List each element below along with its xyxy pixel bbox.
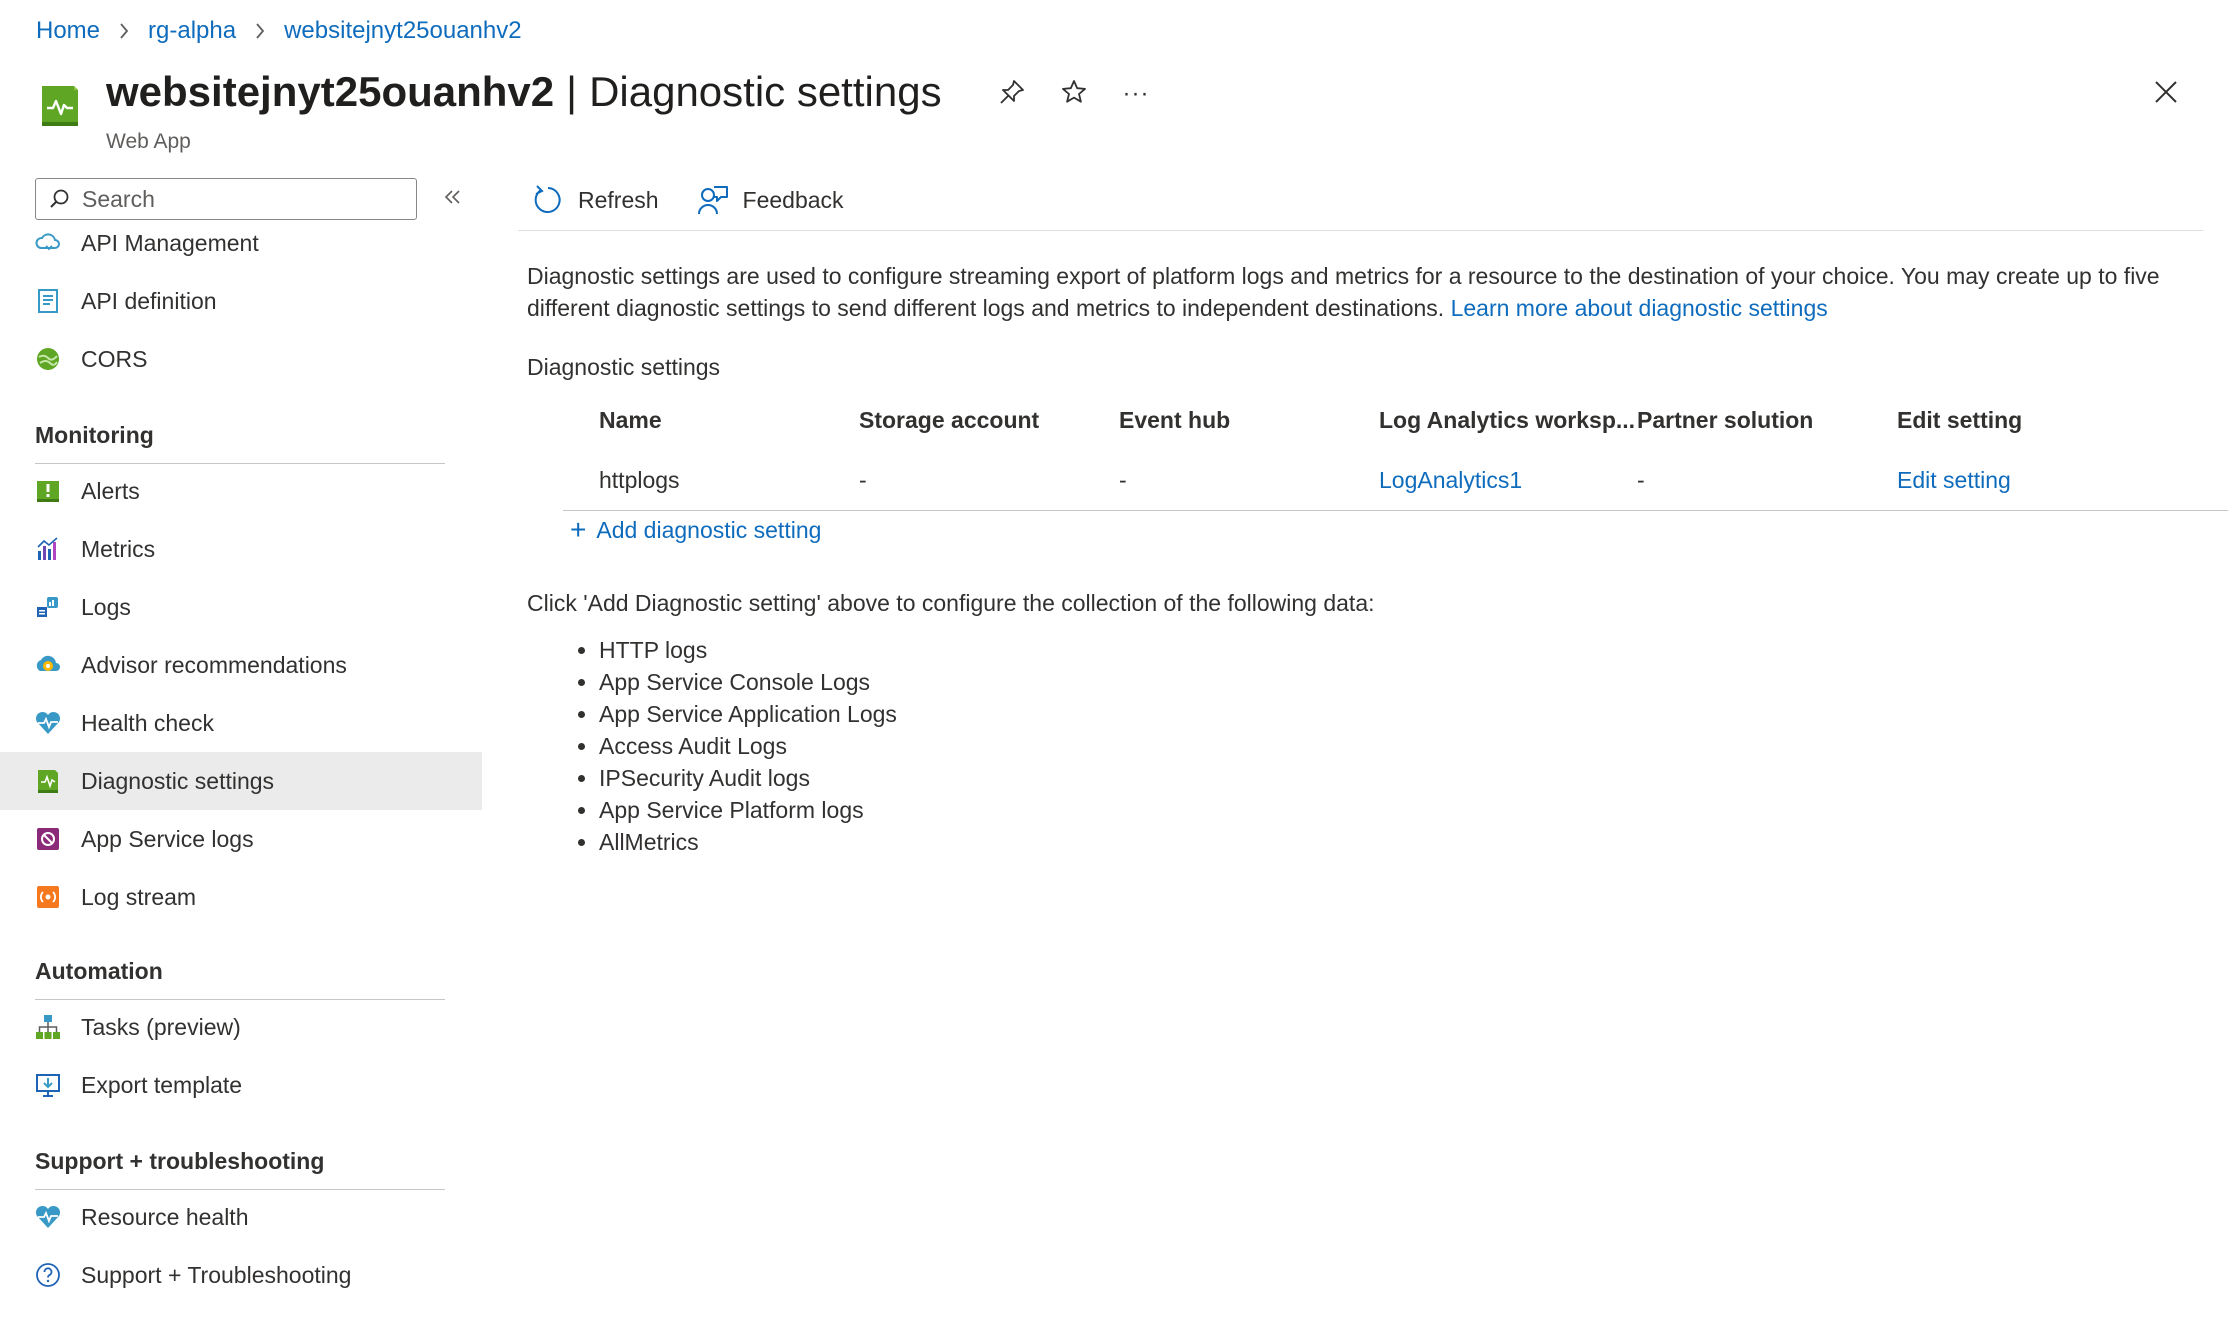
diagnostic-settings-label: Diagnostic settings <box>527 354 721 380</box>
log-stream-icon <box>34 883 62 911</box>
nav-item-metrics[interactable]: Metrics <box>0 520 482 578</box>
chevron-right-icon <box>118 22 130 40</box>
favorite-button[interactable] <box>1054 74 1094 114</box>
nav-item-advisor-recommendations[interactable]: Advisor recommendations <box>0 636 482 694</box>
edit-setting-link[interactable]: Edit setting <box>1897 450 2011 510</box>
section-header-support: Support + troubleshooting <box>35 1148 445 1190</box>
list-item: App Service Platform logs <box>599 794 897 826</box>
list-item: AllMetrics <box>599 826 897 858</box>
nav-item-health-check[interactable]: Health check <box>0 694 482 752</box>
more-icon: ··· <box>1122 80 1150 107</box>
table-row: httplogs - - LogAnalytics1 - Edit settin… <box>563 450 2228 511</box>
description-body: Diagnostic settings are used to configur… <box>527 263 2160 321</box>
section-header-automation: Automation <box>35 958 445 1000</box>
pin-icon <box>998 78 1026 111</box>
resource-health-icon <box>34 1203 62 1231</box>
page-header: websitejnyt25ouanhv2 | Diagnostic settin… <box>36 64 2186 154</box>
nav-item-logs[interactable]: Logs <box>0 578 482 636</box>
blade-name: Diagnostic settings <box>589 68 942 115</box>
refresh-icon <box>530 182 566 218</box>
cell-storage-account: - <box>859 466 867 493</box>
resource-menu: API Management API definition CORS Monit… <box>0 170 482 1325</box>
nav-item-cors[interactable]: CORS <box>0 330 482 388</box>
search-input[interactable] <box>80 184 384 214</box>
data-category-list: HTTP logs App Service Console Logs App S… <box>527 634 897 858</box>
table-header-row: Name Storage account Event hub Log Analy… <box>563 390 2228 450</box>
list-item: HTTP logs <box>599 634 897 666</box>
cell-name: httplogs <box>599 466 680 493</box>
column-header-log-analytics: Log Analytics worksp... <box>1379 406 1636 433</box>
nav-item-export-template[interactable]: Export template <box>0 1056 482 1114</box>
feedback-button[interactable]: Feedback <box>695 182 844 218</box>
diagnostic-settings-icon <box>34 767 62 795</box>
column-header-partner-solution: Partner solution <box>1637 406 1814 433</box>
nav-item-resource-health[interactable]: Resource health <box>0 1188 482 1246</box>
app-service-logs-icon <box>34 825 62 853</box>
add-diagnostic-setting-button[interactable]: + Add diagnostic setting <box>570 516 821 544</box>
nav-item-diagnostic-settings[interactable]: Diagnostic settings <box>0 752 482 810</box>
column-header-storage-account: Storage account <box>859 406 1040 433</box>
tasks-icon <box>34 1013 62 1041</box>
header-actions: ··· <box>992 74 1156 114</box>
feedback-label: Feedback <box>742 186 844 213</box>
title-separator: | <box>566 68 578 115</box>
description-text: Diagnostic settings are used to configur… <box>527 260 2207 324</box>
plus-icon: + <box>570 514 587 545</box>
list-item: IPSecurity Audit logs <box>599 762 897 794</box>
log-analytics-workspace-link[interactable]: LogAnalytics1 <box>1379 450 1522 510</box>
list-item: Access Audit Logs <box>599 730 897 762</box>
chevron-right-icon <box>254 22 266 40</box>
nav-item-tasks-preview[interactable]: Tasks (preview) <box>0 998 482 1056</box>
nav-item-api-definition[interactable]: API definition <box>0 272 482 330</box>
learn-more-link[interactable]: Learn more about diagnostic settings <box>1451 295 1828 321</box>
export-template-icon <box>34 1071 62 1099</box>
close-button[interactable] <box>2146 74 2186 114</box>
refresh-label: Refresh <box>578 186 659 213</box>
nav-item-app-service-logs[interactable]: App Service logs <box>0 810 482 868</box>
alerts-icon <box>34 477 62 505</box>
column-header-edit-setting: Edit setting <box>1897 406 2023 433</box>
section-header-monitoring: Monitoring <box>35 422 445 464</box>
breadcrumb-home-link[interactable]: Home <box>36 17 100 45</box>
help-circle-icon <box>34 1261 62 1289</box>
refresh-button[interactable]: Refresh <box>530 182 659 218</box>
cell-event-hub: - <box>1119 466 1127 493</box>
web-app-diagnostic-icon <box>36 82 84 130</box>
advisor-icon <box>34 651 62 679</box>
instructions-text: Click 'Add Diagnostic setting' above to … <box>527 590 1375 616</box>
breadcrumb-web-app-link[interactable]: websitejnyt25ouanhv2 <box>284 17 522 45</box>
resource-name: websitejnyt25ouanhv2 <box>106 68 555 115</box>
double-chevron-left-icon <box>443 188 463 211</box>
collapse-menu-button[interactable] <box>438 184 468 214</box>
search-icon <box>48 187 72 211</box>
breadcrumb: Home rg-alpha websitejnyt25ouanhv2 <box>36 14 522 48</box>
logs-icon <box>34 593 62 621</box>
add-diagnostic-setting-label: Add diagnostic setting <box>596 516 822 543</box>
page-title: websitejnyt25ouanhv2 | Diagnostic settin… <box>106 64 942 120</box>
cors-icon <box>34 345 62 373</box>
nav-item-alerts[interactable]: Alerts <box>0 462 482 520</box>
close-icon <box>2153 79 2179 110</box>
cell-partner-solution: - <box>1637 466 1645 493</box>
api-definition-icon <box>34 287 62 315</box>
list-item: App Service Console Logs <box>599 666 897 698</box>
star-icon <box>1060 78 1088 111</box>
column-header-event-hub: Event hub <box>1119 406 1231 433</box>
nav-item-api-management[interactable]: API Management <box>0 214 482 272</box>
nav-item-log-stream[interactable]: Log stream <box>0 868 482 926</box>
list-item: App Service Application Logs <box>599 698 897 730</box>
metrics-icon <box>34 535 62 563</box>
feedback-icon <box>695 182 731 218</box>
command-bar: Refresh Feedback <box>518 170 2203 231</box>
column-header-name: Name <box>599 406 662 433</box>
diagnostic-settings-table: Name Storage account Event hub Log Analy… <box>563 390 2228 511</box>
nav-item-support-troubleshooting[interactable]: Support + Troubleshooting <box>0 1246 482 1304</box>
breadcrumb-resource-group-link[interactable]: rg-alpha <box>148 17 236 45</box>
pin-button[interactable] <box>992 74 1032 114</box>
resource-type-label: Web App <box>106 130 191 153</box>
more-options-button[interactable]: ··· <box>1116 74 1156 114</box>
api-management-icon <box>34 229 62 257</box>
health-check-icon <box>34 709 62 737</box>
